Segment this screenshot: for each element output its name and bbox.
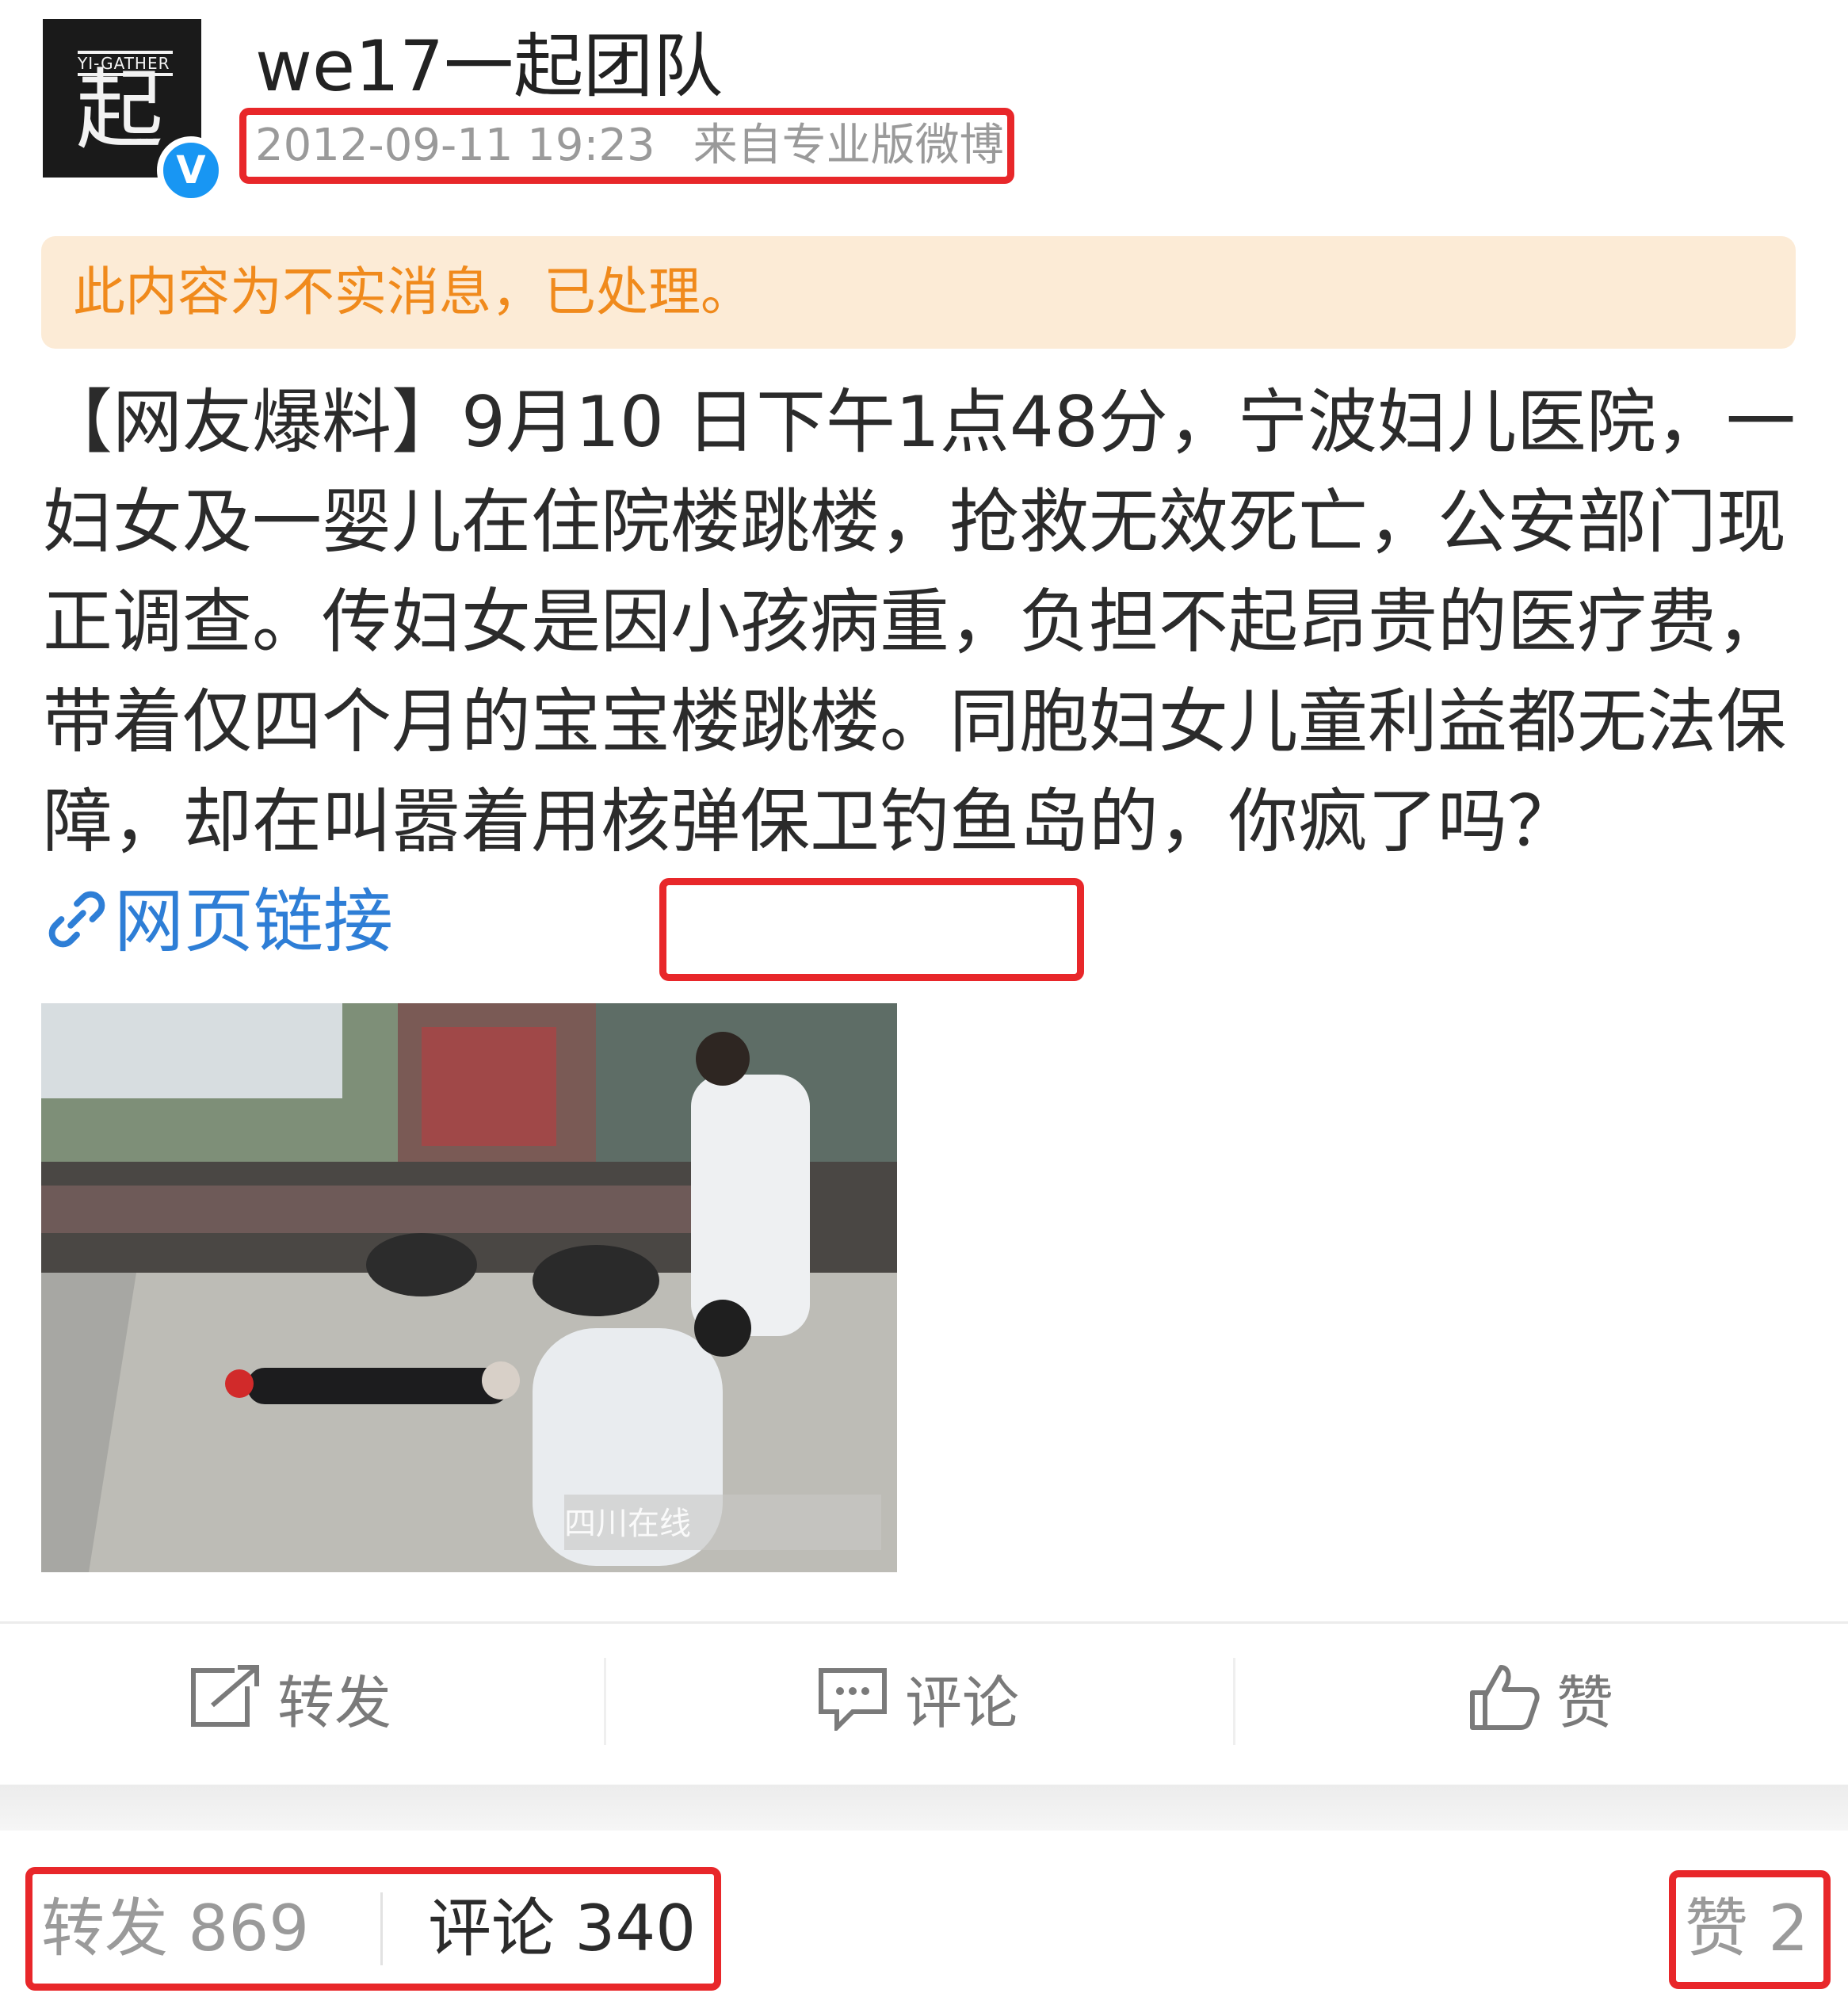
- highlight-box-meta: [239, 108, 1014, 184]
- verified-badge-icon: V: [157, 136, 225, 204]
- highlight-box-link: [659, 878, 1084, 981]
- repost-button[interactable]: 转发: [187, 1650, 391, 1745]
- repost-label: 转发: [277, 1669, 392, 1736]
- action-separator: [604, 1658, 606, 1745]
- comment-button[interactable]: 评论: [815, 1650, 1019, 1745]
- highlight-box-stats: [25, 1867, 721, 1991]
- section-divider: [0, 1785, 1848, 1831]
- post-body-text: 【网友爆料】9月10 日下午1点48分，宁波妇儿医院，一妇女及一婴儿在住院楼跳楼…: [43, 381, 1796, 862]
- repost-icon: [191, 1665, 259, 1727]
- action-bar-divider: [0, 1621, 1848, 1624]
- web-link[interactable]: 网页链接: [43, 880, 393, 962]
- avatar-logo-char: 起: [76, 59, 163, 161]
- comment-label: 评论: [905, 1669, 1020, 1736]
- false-info-notice: 此内容为不实消息，已处理。: [41, 236, 1796, 349]
- photo-watermark: 四川在线: [564, 1506, 691, 1542]
- action-separator: [1233, 1658, 1235, 1745]
- like-button[interactable]: 赞: [1466, 1650, 1613, 1745]
- like-label: 赞: [1556, 1669, 1614, 1736]
- username[interactable]: we17一起团队: [255, 32, 723, 101]
- web-link-label: 网页链接: [114, 880, 394, 962]
- thumbs-up-icon: [1470, 1665, 1540, 1730]
- post-photo[interactable]: 四川在线: [41, 1003, 897, 1572]
- link-icon: [43, 880, 111, 979]
- photo-scene: 四川在线: [41, 1003, 897, 1572]
- comment-icon: [819, 1668, 887, 1731]
- highlight-box-likes: [1669, 1870, 1831, 1989]
